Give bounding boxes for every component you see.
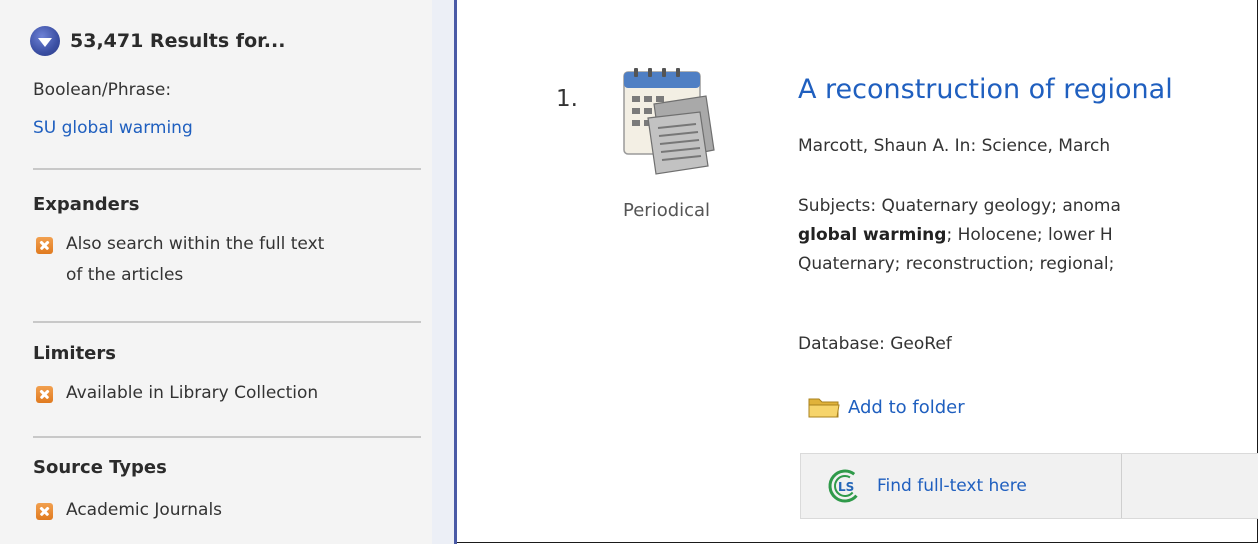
result-number: 1. (556, 86, 578, 112)
close-icon[interactable] (36, 237, 53, 254)
result-database: Database: GeoRef (798, 334, 952, 354)
limiters-title: Limiters (33, 343, 116, 364)
subjects-line2: global warming; Holocene; lower H (798, 221, 1121, 250)
expanders-title: Expanders (33, 194, 140, 215)
folder-icon (808, 398, 840, 418)
divider (33, 168, 421, 170)
result-author-source: Marcott, Shaun A. In: Science, March (798, 136, 1111, 156)
source-type-item: Academic Journals (66, 500, 223, 520)
find-fulltext-label: Find full-text here (877, 476, 1027, 496)
source-types-title: Source Types (33, 457, 167, 478)
pane-splitter[interactable] (432, 0, 454, 544)
result-title-link[interactable]: A reconstruction of regional (798, 74, 1173, 105)
expander-item: Also search within the full text of the … (66, 231, 324, 288)
expander-item-line1: Also search within the full text (66, 234, 325, 254)
periodical-icon[interactable] (614, 66, 718, 180)
result-type-label: Periodical (623, 200, 711, 221)
query-type-label: Boolean/Phrase: (33, 80, 172, 100)
add-to-folder-label: Add to folder (848, 396, 965, 418)
subjects-highlight: global warming (798, 225, 947, 245)
ls-logo-icon: LS (828, 469, 862, 503)
pane-divider-line (454, 0, 457, 544)
close-icon[interactable] (36, 386, 53, 403)
query-value-link[interactable]: SU global warming (33, 118, 193, 138)
results-header: 53,471 Results for... (30, 26, 285, 56)
expander-item-line2: of the articles (66, 265, 184, 285)
subjects-line2-rest: ; Holocene; lower H (946, 225, 1113, 245)
add-to-folder-button[interactable]: Add to folder (808, 395, 965, 419)
search-facets-sidebar: 53,471 Results for... Boolean/Phrase: SU… (0, 0, 432, 544)
subjects-line3: Quaternary; reconstruction; regional; (798, 254, 1115, 274)
chevron-down-icon[interactable] (30, 26, 60, 56)
result-subjects: Subjects: Quaternary geology; anoma glob… (798, 192, 1121, 279)
subjects-line1: Subjects: Quaternary geology; anoma (798, 196, 1121, 216)
divider (33, 321, 421, 323)
find-fulltext-button[interactable]: LS Find full-text here (801, 454, 1122, 518)
divider (33, 436, 421, 438)
results-count-title: 53,471 Results for... (70, 30, 286, 52)
limiter-item: Available in Library Collection (66, 383, 319, 403)
fulltext-toolbar: LS Find full-text here (800, 453, 1258, 519)
close-icon[interactable] (36, 503, 53, 520)
svg-text:LS: LS (838, 480, 854, 494)
